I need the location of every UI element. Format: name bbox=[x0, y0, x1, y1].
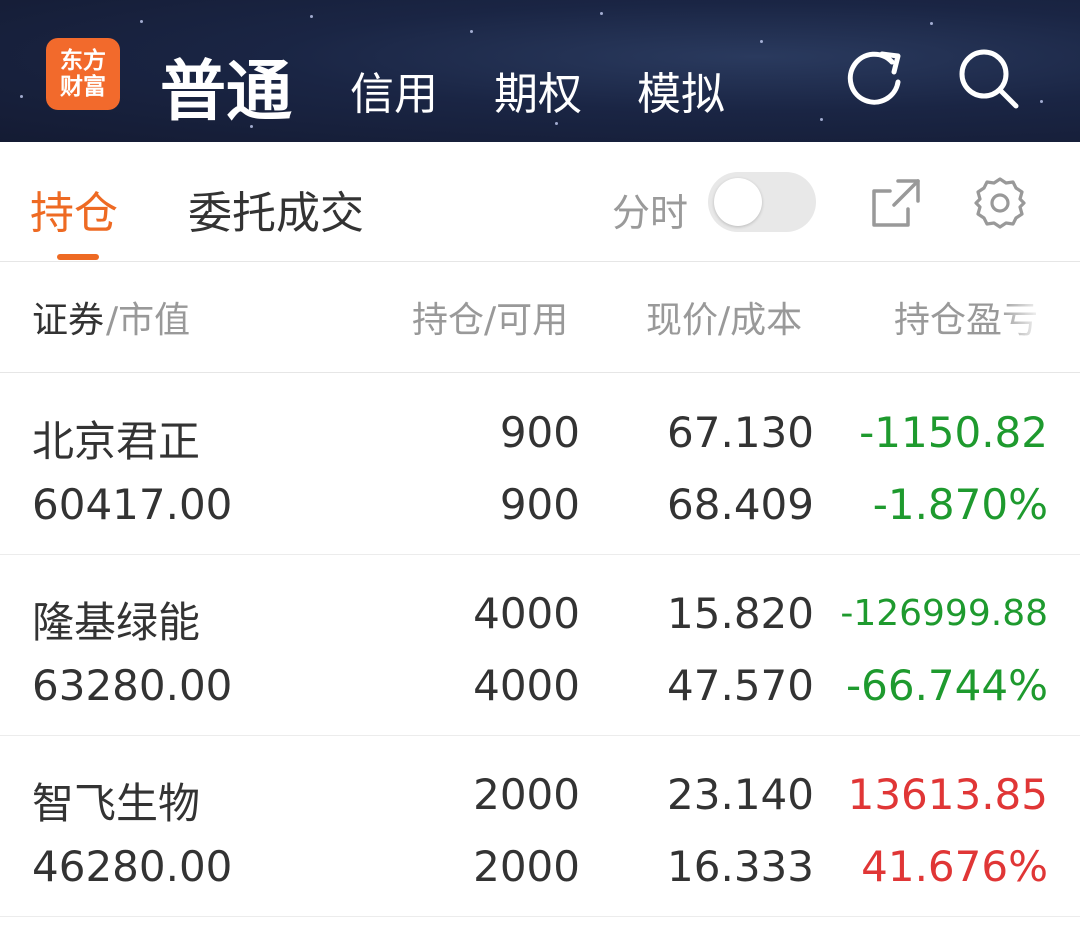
pnl-percent: 41.676% bbox=[861, 842, 1048, 891]
pnl-amount: -126999.88 bbox=[840, 593, 1048, 634]
tab-options[interactable]: 期权 bbox=[494, 58, 582, 122]
cost-price: 47.570 bbox=[667, 661, 814, 710]
sub-tab-bar: 持仓 委托成交 分时 bbox=[0, 142, 1080, 262]
table-row[interactable]: 北京君正 60417.00 900 900 67.130 68.409 -115… bbox=[0, 374, 1080, 555]
share-icon[interactable] bbox=[868, 175, 924, 231]
tab-normal[interactable]: 普通 bbox=[160, 38, 292, 134]
stock-name: 智飞生物 bbox=[32, 779, 201, 828]
toggle-knob bbox=[714, 178, 762, 226]
pnl-percent: -66.744% bbox=[845, 661, 1048, 710]
table-row[interactable]: 隆基绿能 63280.00 4000 4000 15.820 47.570 -1… bbox=[0, 555, 1080, 736]
app-logo: 东方 财富 bbox=[46, 38, 120, 110]
tab-credit[interactable]: 信用 bbox=[350, 58, 438, 122]
active-tab-indicator bbox=[57, 254, 99, 260]
position-qty: 2000 bbox=[473, 770, 580, 819]
table-row[interactable]: 智飞生物 46280.00 2000 2000 23.140 16.333 13… bbox=[0, 736, 1080, 917]
col-price: 现价/成本 bbox=[646, 300, 803, 341]
available-qty: 2000 bbox=[473, 842, 580, 891]
tab-holdings[interactable]: 持仓 bbox=[30, 177, 118, 241]
col-security: 证券 bbox=[32, 300, 105, 341]
pnl-percent: -1.870% bbox=[872, 480, 1048, 529]
col-pnl: 持仓盈亏 bbox=[894, 300, 1039, 341]
search-icon[interactable] bbox=[954, 44, 1020, 110]
current-price: 15.820 bbox=[667, 589, 814, 638]
pnl-amount: 13613.85 bbox=[847, 770, 1048, 819]
tab-simulation[interactable]: 模拟 bbox=[637, 58, 725, 122]
refresh-icon[interactable] bbox=[842, 44, 908, 110]
stock-name: 隆基绿能 bbox=[32, 598, 201, 647]
logo-line2: 财富 bbox=[60, 74, 106, 100]
intraday-toggle[interactable] bbox=[708, 172, 816, 232]
available-qty: 900 bbox=[499, 480, 580, 529]
col-market-value: /市值 bbox=[106, 300, 191, 341]
market-value: 63280.00 bbox=[32, 661, 233, 710]
current-price: 23.140 bbox=[667, 770, 814, 819]
table-header: 证券 /市值 持仓/可用 现价/成本 持仓盈亏 bbox=[0, 263, 1080, 373]
stock-name: 北京君正 bbox=[32, 417, 201, 466]
market-value: 60417.00 bbox=[32, 480, 233, 529]
logo-line1: 东方 bbox=[60, 48, 106, 74]
current-price: 67.130 bbox=[667, 408, 814, 457]
col-position: 持仓/可用 bbox=[412, 300, 569, 341]
intraday-toggle-label: 分时 bbox=[612, 191, 689, 235]
settings-icon[interactable] bbox=[972, 175, 1028, 231]
tab-orders-trades[interactable]: 委托成交 bbox=[188, 177, 364, 241]
cost-price: 16.333 bbox=[667, 842, 814, 891]
position-qty: 4000 bbox=[473, 589, 580, 638]
pnl-amount: -1150.82 bbox=[859, 408, 1048, 457]
cost-price: 68.409 bbox=[667, 480, 814, 529]
available-qty: 4000 bbox=[473, 661, 580, 710]
position-qty: 900 bbox=[499, 408, 580, 457]
market-value: 46280.00 bbox=[32, 842, 233, 891]
top-header: 东方 财富 普通 信用 期权 模拟 bbox=[0, 0, 1080, 142]
